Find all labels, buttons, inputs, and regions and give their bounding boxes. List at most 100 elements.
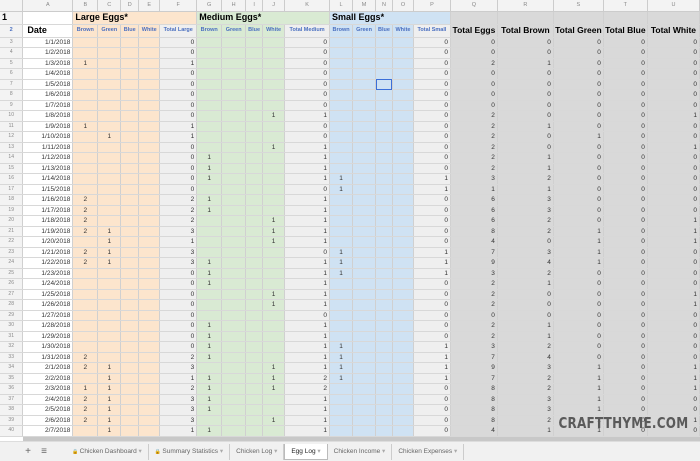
cell[interactable] <box>196 310 223 321</box>
cell[interactable]: 8 <box>450 404 498 416</box>
cell[interactable] <box>120 173 140 185</box>
cell[interactable]: 0 <box>647 131 700 143</box>
date-cell[interactable]: 2/7/2018 <box>22 425 74 437</box>
cell[interactable] <box>120 278 140 290</box>
row-number[interactable]: 19 <box>0 205 24 216</box>
row-number[interactable]: 37 <box>0 394 24 405</box>
cell[interactable]: 0 <box>553 89 604 101</box>
cell[interactable]: 0 <box>450 68 498 80</box>
cell[interactable]: 1 <box>329 268 354 279</box>
cell[interactable]: 0 <box>413 226 451 237</box>
cell[interactable] <box>120 362 140 374</box>
cell[interactable]: 0 <box>413 278 451 290</box>
sheet-tab[interactable]: Egg Log ▾ <box>284 443 328 460</box>
cell[interactable] <box>221 415 247 426</box>
date-cell[interactable]: 1/13/2018 <box>22 163 74 174</box>
cell[interactable]: 7 <box>450 352 498 363</box>
cell[interactable] <box>352 131 376 143</box>
cell[interactable]: 0 <box>603 152 648 164</box>
cell[interactable]: 2 <box>72 194 99 206</box>
cell[interactable]: 2 <box>72 226 99 237</box>
cell[interactable] <box>392 142 414 153</box>
cell[interactable]: 0 <box>284 58 331 69</box>
cell[interactable]: 0 <box>647 58 700 69</box>
cell[interactable] <box>329 131 354 143</box>
cell[interactable] <box>392 100 414 111</box>
cell[interactable] <box>392 226 414 237</box>
cell[interactable] <box>450 11 498 25</box>
cell[interactable] <box>375 373 393 384</box>
cell[interactable]: 0 <box>159 89 198 101</box>
cell[interactable] <box>352 289 376 300</box>
cell[interactable]: 7 <box>450 247 498 258</box>
chevron-down-icon[interactable]: ▾ <box>380 448 385 455</box>
cell[interactable]: 1 <box>413 352 451 363</box>
cell[interactable] <box>262 184 286 195</box>
row-number[interactable]: 5 <box>0 58 24 69</box>
cell[interactable]: 1 <box>553 226 604 237</box>
cell[interactable] <box>138 383 161 395</box>
cell[interactable]: 1 <box>284 226 331 237</box>
cell[interactable]: 0 <box>450 100 498 111</box>
date-cell[interactable]: 1/17/2018 <box>22 205 74 216</box>
cell[interactable]: 2 <box>284 383 331 395</box>
cell[interactable] <box>375 341 393 353</box>
cell[interactable]: 0 <box>647 320 700 332</box>
date-cell[interactable]: 1/1/2018 <box>22 37 74 48</box>
cell[interactable]: 1 <box>329 341 354 353</box>
cell[interactable] <box>352 226 376 237</box>
cell[interactable]: 6 <box>450 194 498 206</box>
cell[interactable]: 2 <box>72 415 99 426</box>
cell[interactable]: 0 <box>413 331 451 342</box>
cell[interactable] <box>245 341 264 353</box>
cell[interactable]: 0 <box>647 352 700 363</box>
cell[interactable] <box>120 404 140 416</box>
cell[interactable] <box>221 163 247 174</box>
cell[interactable] <box>138 131 161 143</box>
cell[interactable] <box>329 331 354 342</box>
column-header-L[interactable]: L <box>329 0 354 12</box>
cell[interactable] <box>329 205 354 216</box>
cell[interactable]: 6 <box>450 215 498 227</box>
column-header-C[interactable]: C <box>97 0 122 12</box>
cell[interactable]: 3 <box>497 362 554 374</box>
cell[interactable]: 3 <box>159 247 198 258</box>
row-number[interactable]: 33 <box>0 352 24 363</box>
cell[interactable] <box>196 68 223 80</box>
cell[interactable] <box>375 89 393 101</box>
cell[interactable] <box>262 121 286 132</box>
cell[interactable]: 0 <box>603 142 648 153</box>
column-header-S[interactable]: S <box>553 0 604 12</box>
column-label[interactable]: Total Medium <box>284 24 331 38</box>
column-header-N[interactable]: N <box>375 0 393 12</box>
cell[interactable] <box>352 341 376 353</box>
cell[interactable] <box>262 320 286 332</box>
column-header-E[interactable]: E <box>138 0 161 12</box>
column-header-R[interactable]: R <box>497 0 554 12</box>
cell[interactable] <box>375 404 393 416</box>
cell[interactable] <box>221 215 247 227</box>
cell[interactable] <box>97 205 122 216</box>
column-header-F[interactable]: F <box>159 0 198 12</box>
cell[interactable]: 0 <box>553 299 604 311</box>
cell[interactable]: 1 <box>647 226 700 237</box>
cell[interactable]: 0 <box>553 110 604 122</box>
cell[interactable] <box>72 131 99 143</box>
cell[interactable]: 0 <box>413 68 451 80</box>
cell[interactable] <box>329 68 354 80</box>
cell[interactable] <box>138 257 161 269</box>
cell[interactable]: 0 <box>497 89 554 101</box>
row-number[interactable]: 1 <box>0 11 24 25</box>
cell[interactable] <box>329 320 354 332</box>
cell[interactable]: 1 <box>196 152 223 164</box>
column-header-A[interactable]: A <box>22 0 74 12</box>
cell[interactable]: 0 <box>159 289 198 300</box>
cell[interactable]: 0 <box>284 89 331 101</box>
cell[interactable]: 1 <box>97 362 122 374</box>
cell[interactable] <box>221 47 247 59</box>
date-cell[interactable]: 2/6/2018 <box>22 415 74 426</box>
cell[interactable] <box>221 278 247 290</box>
cell[interactable]: 0 <box>603 278 648 290</box>
cell[interactable] <box>245 425 264 437</box>
cell[interactable] <box>245 383 264 395</box>
